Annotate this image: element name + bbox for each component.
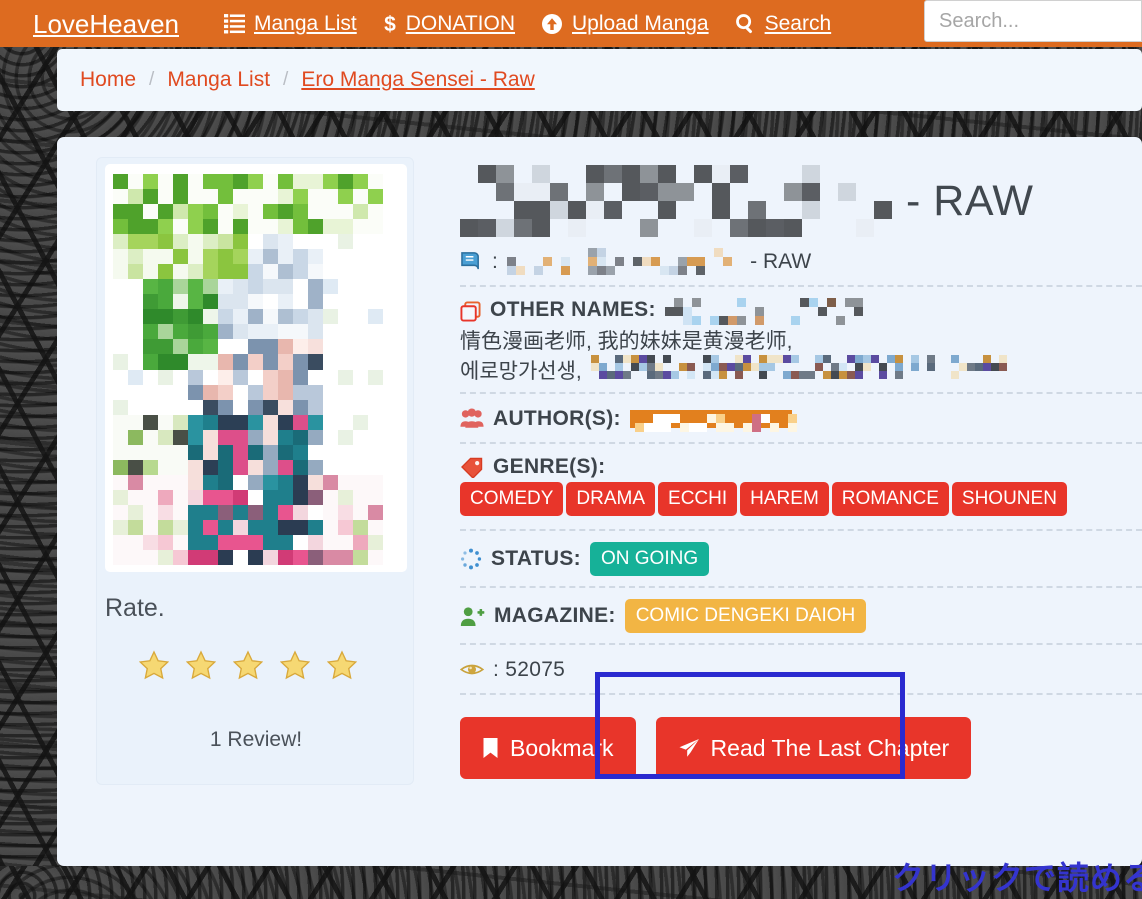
meta-label-genres: GENRE(S): bbox=[493, 455, 606, 478]
bookmark-icon bbox=[482, 737, 499, 759]
action-button-row: Bookmark Read The Last Chapter bbox=[460, 672, 1142, 779]
genre-badge[interactable]: HAREM bbox=[740, 482, 829, 516]
review-count: 1 Review! bbox=[209, 728, 303, 751]
meta-row-other-names: OTHER NAMES: 情色漫画老师, 我的妹妹是黄漫老师, 에로망가선생, bbox=[460, 287, 1142, 394]
genre-badge[interactable]: COMEDY bbox=[460, 482, 564, 516]
star-icon[interactable] bbox=[139, 650, 169, 680]
nav-item-search[interactable]: Search bbox=[722, 0, 845, 47]
book-icon bbox=[460, 251, 483, 272]
status-badge[interactable]: ON GOING bbox=[589, 542, 710, 576]
eye-icon bbox=[460, 661, 484, 678]
authors-censored-text[interactable] bbox=[629, 409, 797, 432]
nav-item-manga-list[interactable]: Manga List bbox=[211, 0, 370, 47]
breadcrumb-separator: / bbox=[283, 69, 289, 90]
star-icon[interactable] bbox=[186, 650, 216, 680]
cover-mosaic-grid bbox=[113, 174, 383, 565]
top-navbar: LoveHeaven Manga List $ DONATION Upload … bbox=[0, 0, 1142, 47]
nav-item-upload-manga[interactable]: Upload Manga bbox=[528, 0, 722, 47]
read-last-chapter-label: Read The Last Chapter bbox=[710, 734, 950, 761]
tag-icon bbox=[460, 457, 484, 478]
read-last-chapter-button[interactable]: Read The Last Chapter bbox=[655, 717, 972, 779]
nav-item-label: Manga List bbox=[254, 12, 357, 35]
bookmark-button[interactable]: Bookmark bbox=[460, 717, 636, 779]
search-input[interactable] bbox=[924, 0, 1142, 42]
views-count: : 52075 bbox=[493, 657, 566, 681]
meta-row-genres: GENRE(S): COMEDY DRAMA ECCHI HAREM ROMANCE SH… bbox=[460, 444, 1142, 531]
breadcrumb-item-current[interactable]: Ero Manga Sensei - Raw bbox=[301, 68, 534, 92]
list-icon bbox=[224, 13, 245, 34]
cover-image-frame bbox=[105, 164, 407, 572]
page-title: - RAW bbox=[460, 165, 1142, 237]
copy-icon bbox=[460, 301, 481, 322]
title-suffix: - RAW bbox=[906, 176, 1034, 225]
upload-circle-icon bbox=[541, 13, 563, 35]
meta-row-alt-title: : - RAW bbox=[460, 237, 1142, 287]
meta-label-alt-title: : bbox=[492, 249, 499, 273]
dollar-icon: $ bbox=[383, 13, 397, 35]
paper-plane-icon bbox=[678, 738, 700, 758]
nav-item-label: Upload Manga bbox=[572, 12, 709, 35]
bookmark-button-label: Bookmark bbox=[510, 734, 614, 761]
star-icon[interactable] bbox=[327, 650, 357, 680]
meta-row-authors: AUTHOR(S): bbox=[460, 394, 1142, 444]
breadcrumb-item-manga-list[interactable]: Manga List bbox=[167, 68, 270, 92]
title-censored-text bbox=[460, 165, 892, 237]
manga-info-panel: - RAW : - RAW OTHER NAMES: 情色漫画老师, 我的妹妹是… bbox=[460, 157, 1142, 779]
alt-title-suffix: - RAW bbox=[750, 249, 812, 273]
other-names-censored-a bbox=[664, 298, 863, 325]
nav-item-donation[interactable]: $ DONATION bbox=[370, 0, 528, 47]
search-icon bbox=[735, 13, 756, 34]
site-brand[interactable]: LoveHeaven bbox=[33, 11, 179, 37]
spinner-icon bbox=[460, 548, 482, 570]
genre-badge[interactable]: DRAMA bbox=[566, 482, 656, 516]
cover-image-censored bbox=[113, 174, 383, 565]
other-names-value-cn: 情色漫画老师, 我的妹妹是黄漫老师, bbox=[460, 330, 793, 353]
rating-stars[interactable] bbox=[139, 650, 357, 680]
breadcrumb-item-home[interactable]: Home bbox=[80, 68, 136, 92]
star-icon[interactable] bbox=[233, 650, 263, 680]
star-icon[interactable] bbox=[280, 650, 310, 680]
meta-label-other-names: OTHER NAMES: bbox=[490, 298, 656, 321]
nav-item-label: Search bbox=[764, 12, 832, 35]
meta-row-status: STATUS: ON GOING bbox=[460, 531, 1142, 588]
annotation-text: クリックで読める bbox=[892, 860, 1142, 896]
svg-text:$: $ bbox=[384, 13, 396, 35]
other-names-value-kr: 에로망가선생, bbox=[460, 360, 582, 383]
search-box bbox=[924, 0, 1142, 47]
meta-row-views: : 52075 bbox=[460, 645, 1142, 695]
users-icon bbox=[460, 408, 484, 429]
meta-row-magazine: MAGAZINE: COMIC DENGEKI DAIOH bbox=[460, 588, 1142, 645]
nav-item-label: DONATION bbox=[405, 12, 516, 35]
manga-cover-panel: Rate. 1 Review! bbox=[96, 157, 414, 785]
alt-title-censored-text bbox=[507, 248, 741, 275]
meta-label-status: STATUS: bbox=[491, 547, 581, 570]
magazine-badge[interactable]: COMIC DENGEKI DAIOH bbox=[624, 599, 867, 633]
genre-badge[interactable]: ROMANCE bbox=[831, 482, 949, 516]
genre-badge-list: COMEDY DRAMA ECCHI HAREM ROMANCE SHOUNEN bbox=[460, 479, 1070, 519]
meta-label-authors: AUTHOR(S): bbox=[493, 406, 621, 430]
breadcrumb-separator: / bbox=[149, 69, 155, 90]
genre-badge[interactable]: SHOUNEN bbox=[951, 482, 1067, 516]
rate-label: Rate. bbox=[105, 594, 165, 622]
other-names-censored-b bbox=[590, 355, 1007, 379]
meta-label-magazine: MAGAZINE: bbox=[494, 604, 616, 627]
genre-badge[interactable]: ECCHI bbox=[658, 482, 738, 516]
breadcrumb: Home / Manga List / Ero Manga Sensei - R… bbox=[57, 49, 1142, 111]
user-plus-icon bbox=[460, 606, 485, 627]
manga-detail-card: Rate. 1 Review! - RAW : - RAW OTHER NAME… bbox=[57, 137, 1142, 896]
